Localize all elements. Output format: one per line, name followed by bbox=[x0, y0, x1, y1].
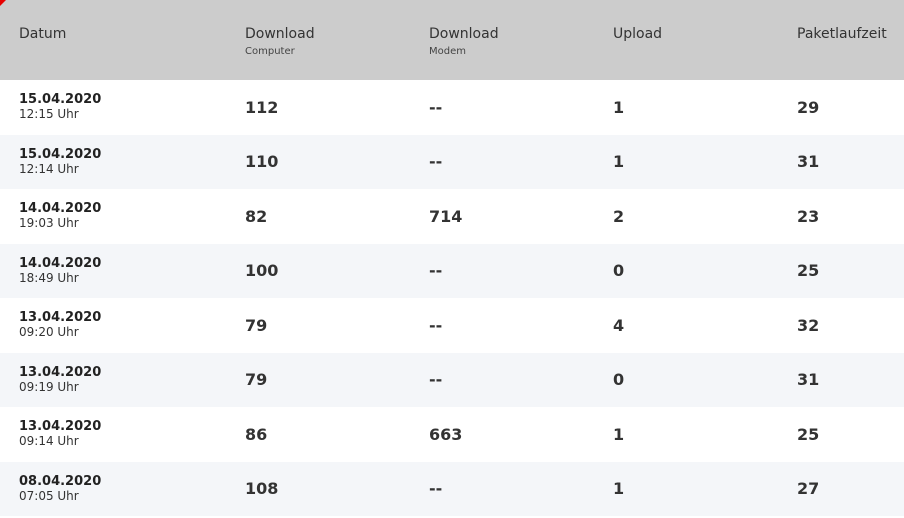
cell-datum: 15.04.2020 12:15 Uhr bbox=[0, 92, 245, 122]
header-download-computer-sub: Computer bbox=[245, 46, 295, 57]
header-download-modem-label: Download bbox=[429, 26, 499, 42]
cell-time: 09:19 Uhr bbox=[19, 379, 79, 394]
cell-upload: 4 bbox=[613, 315, 625, 335]
cell-time: 09:20 Uhr bbox=[19, 325, 79, 340]
table-row: 13.04.2020 09:20 Uhr 79 -- 4 32 bbox=[0, 298, 904, 353]
cell-datum: 08.04.2020 07:05 Uhr bbox=[0, 474, 245, 504]
cell-download-computer: 82 bbox=[245, 206, 268, 226]
cell-download-modem: -- bbox=[429, 370, 443, 390]
cell-paketlaufzeit: 29 bbox=[797, 97, 820, 117]
header-datum-label: Datum bbox=[19, 26, 67, 42]
header-paketlaufzeit-label: Paketlaufzeit bbox=[797, 26, 887, 42]
header-download-computer-label: Download bbox=[245, 26, 315, 42]
speedtest-results-table: Datum Download Computer Download Modem U… bbox=[0, 0, 904, 518]
cell-date: 13.04.2020 bbox=[19, 419, 102, 435]
cell-download-computer: 110 bbox=[245, 152, 279, 172]
cell-time: 09:14 Uhr bbox=[19, 434, 79, 449]
header-download-modem[interactable]: Download Modem bbox=[429, 0, 613, 80]
cell-download-computer: 86 bbox=[245, 424, 268, 444]
cell-time: 12:14 Uhr bbox=[19, 161, 79, 176]
table-row: 13.04.2020 09:14 Uhr 86 663 1 25 bbox=[0, 407, 904, 462]
cell-time: 07:05 Uhr bbox=[19, 488, 79, 503]
cell-time: 18:49 Uhr bbox=[19, 270, 79, 285]
brand-accent-corner bbox=[0, 0, 6, 6]
cell-time: 19:03 Uhr bbox=[19, 216, 79, 231]
cell-time: 12:15 Uhr bbox=[19, 107, 79, 122]
cell-datum: 14.04.2020 18:49 Uhr bbox=[0, 256, 245, 286]
cell-download-computer: 100 bbox=[245, 261, 279, 281]
table-header: Datum Download Computer Download Modem U… bbox=[0, 0, 904, 80]
cell-paketlaufzeit: 31 bbox=[797, 152, 820, 172]
cell-upload: 2 bbox=[613, 206, 625, 226]
cell-paketlaufzeit: 25 bbox=[797, 261, 820, 281]
cell-upload: 0 bbox=[613, 370, 625, 390]
cell-upload: 1 bbox=[613, 152, 625, 172]
cell-download-modem: 714 bbox=[429, 206, 463, 226]
table-row: 15.04.2020 12:15 Uhr 112 -- 1 29 bbox=[0, 80, 904, 135]
cell-datum: 13.04.2020 09:20 Uhr bbox=[0, 310, 245, 340]
cell-download-modem: 663 bbox=[429, 424, 463, 444]
cell-paketlaufzeit: 27 bbox=[797, 479, 820, 499]
cell-download-modem: -- bbox=[429, 261, 443, 281]
cell-upload: 0 bbox=[613, 261, 625, 281]
cell-datum: 13.04.2020 09:14 Uhr bbox=[0, 419, 245, 449]
cell-download-modem: -- bbox=[429, 315, 443, 335]
cell-date: 14.04.2020 bbox=[19, 255, 102, 271]
header-download-modem-sub: Modem bbox=[429, 46, 466, 57]
cell-paketlaufzeit: 32 bbox=[797, 315, 820, 335]
header-upload-label: Upload bbox=[613, 26, 663, 42]
cell-download-modem: -- bbox=[429, 97, 443, 117]
cell-date: 15.04.2020 bbox=[19, 146, 102, 162]
table-row: 08.04.2020 07:05 Uhr 108 -- 1 27 bbox=[0, 461, 904, 516]
cell-date: 13.04.2020 bbox=[19, 310, 102, 326]
cell-datum: 15.04.2020 12:14 Uhr bbox=[0, 147, 245, 177]
table-row: 15.04.2020 12:14 Uhr 110 -- 1 31 bbox=[0, 134, 904, 189]
cell-download-computer: 108 bbox=[245, 479, 279, 499]
table-row: 14.04.2020 18:49 Uhr 100 -- 0 25 bbox=[0, 243, 904, 298]
cell-download-computer: 79 bbox=[245, 315, 268, 335]
cell-download-computer: 112 bbox=[245, 97, 279, 117]
cell-upload: 1 bbox=[613, 424, 625, 444]
table-row: 14.04.2020 19:03 Uhr 82 714 2 23 bbox=[0, 189, 904, 244]
cell-date: 13.04.2020 bbox=[19, 364, 102, 380]
cell-date: 14.04.2020 bbox=[19, 201, 102, 217]
cell-date: 15.04.2020 bbox=[19, 92, 102, 108]
header-upload[interactable]: Upload bbox=[613, 0, 797, 80]
cell-download-modem: -- bbox=[429, 479, 443, 499]
header-download-computer[interactable]: Download Computer bbox=[245, 0, 429, 80]
cell-date: 08.04.2020 bbox=[19, 473, 102, 489]
table-row: 13.04.2020 09:19 Uhr 79 -- 0 31 bbox=[0, 352, 904, 407]
cell-paketlaufzeit: 31 bbox=[797, 370, 820, 390]
cell-paketlaufzeit: 23 bbox=[797, 206, 820, 226]
header-paketlaufzeit[interactable]: Paketlaufzeit bbox=[797, 0, 904, 80]
cell-paketlaufzeit: 25 bbox=[797, 424, 820, 444]
cell-upload: 1 bbox=[613, 97, 625, 117]
header-datum[interactable]: Datum bbox=[0, 0, 245, 80]
cell-download-modem: -- bbox=[429, 152, 443, 172]
cell-upload: 1 bbox=[613, 479, 625, 499]
table-body: 15.04.2020 12:15 Uhr 112 -- 1 29 15.04.2… bbox=[0, 80, 904, 516]
cell-download-computer: 79 bbox=[245, 370, 268, 390]
cell-datum: 14.04.2020 19:03 Uhr bbox=[0, 201, 245, 231]
cell-datum: 13.04.2020 09:19 Uhr bbox=[0, 365, 245, 395]
